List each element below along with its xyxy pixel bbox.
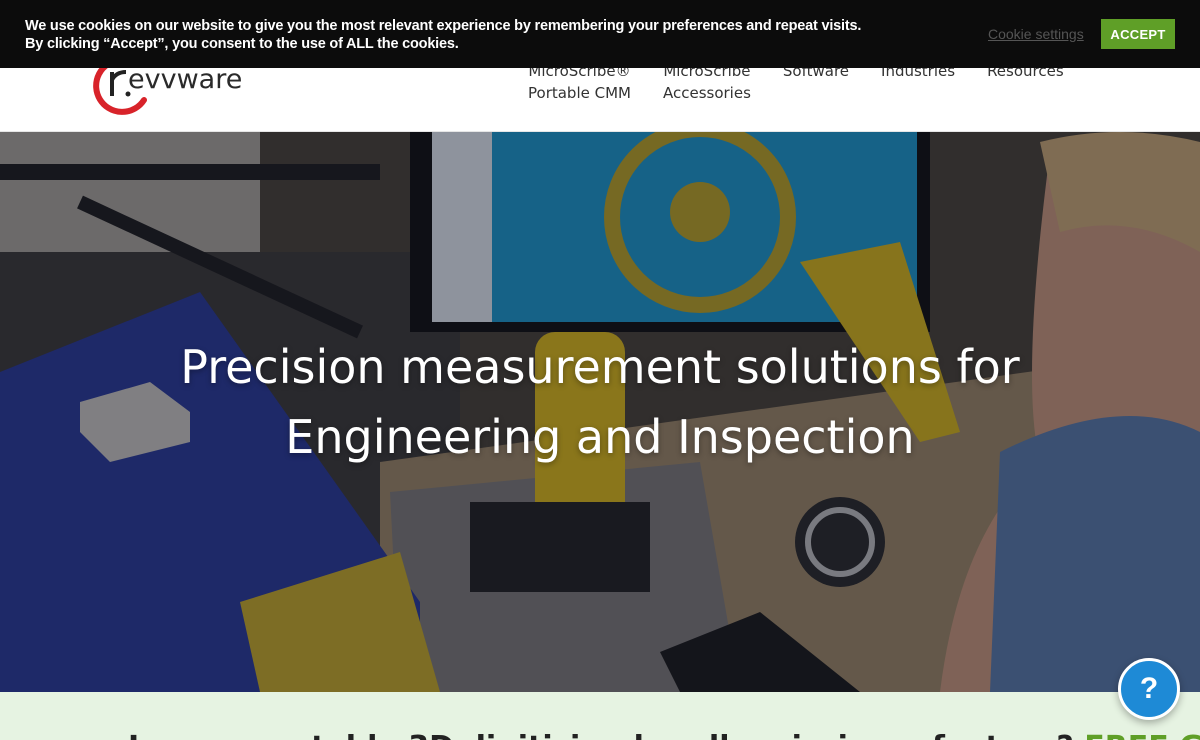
- hero-title-line-2: Engineering and Inspection: [285, 410, 915, 464]
- accept-cookies-button[interactable]: ACCEPT: [1101, 19, 1175, 49]
- help-chat-button[interactable]: ?: [1118, 658, 1180, 720]
- cookie-message: We use cookies on our website to give yo…: [25, 17, 861, 53]
- cookie-consent-bar: We use cookies on our website to give yo…: [0, 0, 1200, 68]
- free-guide-link[interactable]: FREE Guide: [1084, 730, 1200, 740]
- question-mark-icon: ?: [1139, 672, 1159, 705]
- promo-text: Is your portable 3D digitizing bundle mi…: [128, 730, 1084, 740]
- hero-title: Precision measurement solutions for Engi…: [0, 332, 1200, 472]
- promo-band: Is your portable 3D digitizing bundle mi…: [0, 692, 1200, 740]
- hero-title-line-1: Precision measurement solutions for: [180, 340, 1020, 394]
- promo-heading: Is your portable 3D digitizing bundle mi…: [128, 730, 1200, 740]
- cookie-message-line-1: We use cookies on our website to give yo…: [25, 18, 862, 34]
- cookie-settings-link[interactable]: Cookie settings: [988, 26, 1084, 42]
- hero-section: Precision measurement solutions for Engi…: [0, 132, 1200, 692]
- cookie-message-line-2: By clicking “Accept”, you consent to the…: [25, 36, 459, 52]
- logo-text: evvware: [128, 64, 242, 95]
